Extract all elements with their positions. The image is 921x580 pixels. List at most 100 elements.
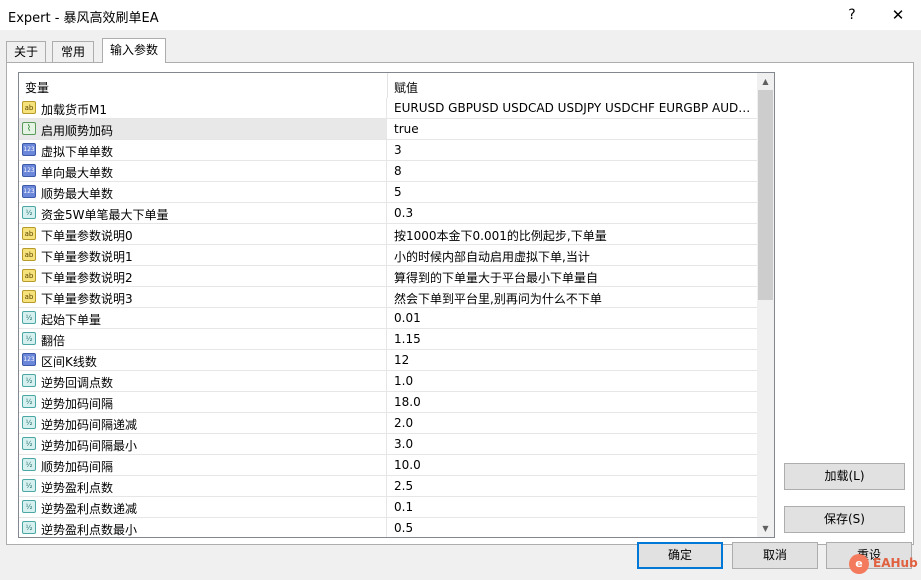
value-cell[interactable]: 2.5 [388, 476, 757, 496]
double-type-icon: ½ [22, 311, 36, 324]
value-cell[interactable]: EURUSD GBPUSD USDCAD USDJPY USDCHF EURGB… [388, 98, 757, 118]
string-type-icon: ab [22, 290, 36, 303]
value-cell[interactable]: 0.3 [388, 203, 757, 223]
table-row[interactable]: ½ 逆势加码间隔最小 3.0 [19, 434, 757, 455]
table-row[interactable]: 123 区间K线数 12 [19, 350, 757, 371]
value-cell[interactable]: 5 [388, 182, 757, 202]
value-cell[interactable]: 3 [388, 140, 757, 160]
variable-value[interactable]: 10.0 [394, 458, 754, 472]
value-cell[interactable]: 10.0 [388, 455, 757, 475]
variable-name: 起始下单量 [41, 313, 102, 327]
variable-name: 单向最大单数 [41, 166, 114, 180]
variable-value[interactable]: 0.3 [394, 206, 754, 220]
tab-common[interactable]: 常用 [52, 41, 94, 62]
variable-cell: ½ 逆势加码间隔递减 [19, 413, 387, 433]
value-cell[interactable]: 2.0 [388, 413, 757, 433]
double-type-icon: ½ [22, 479, 36, 492]
variable-value[interactable]: 1.15 [394, 332, 754, 346]
value-cell[interactable]: 1.15 [388, 329, 757, 349]
double-type-icon: ½ [22, 437, 36, 450]
double-type-icon: ½ [22, 458, 36, 471]
value-cell[interactable]: 18.0 [388, 392, 757, 412]
double-type-icon: ½ [22, 500, 36, 513]
variable-value[interactable]: 18.0 [394, 395, 754, 409]
tab-about[interactable]: 关于 [6, 41, 46, 62]
variable-value[interactable]: 0.01 [394, 311, 754, 325]
variable-cell: ½ 逆势盈利点数最小 [19, 518, 387, 537]
integer-type-icon: 123 [22, 353, 36, 366]
value-cell[interactable]: 12 [388, 350, 757, 370]
scroll-down-icon[interactable]: ▼ [757, 520, 774, 537]
variable-value[interactable]: 5 [394, 185, 754, 199]
table-row[interactable]: ab 下单量参数说明3 然会下单到平台里,别再问为什么不下单 [19, 287, 757, 308]
variable-value[interactable]: 按1000本金下0.001的比例起步,下单量 [394, 227, 754, 244]
vertical-scrollbar[interactable]: ▲ ▼ [757, 73, 774, 537]
scroll-up-icon[interactable]: ▲ [757, 73, 774, 90]
table-row[interactable]: 123 虚拟下单单数 3 [19, 140, 757, 161]
variable-cell: 123 顺势最大单数 [19, 182, 387, 202]
help-button[interactable]: ? [841, 4, 863, 26]
table-row[interactable]: ½ 逆势盈利点数 2.5 [19, 476, 757, 497]
variable-value[interactable]: 12 [394, 353, 754, 367]
header-value[interactable]: 赋值 [394, 79, 418, 96]
value-cell[interactable]: 按1000本金下0.001的比例起步,下单量 [388, 224, 757, 244]
variable-value[interactable]: 0.1 [394, 500, 754, 514]
value-cell[interactable]: 算得到的下单量大于平台最小下单量自 [388, 266, 757, 286]
table-row[interactable]: ½ 翻倍 1.15 [19, 329, 757, 350]
variable-value[interactable]: 然会下单到平台里,别再问为什么不下单 [394, 290, 754, 307]
table-row[interactable]: ½ 逆势盈利点数递减 0.1 [19, 497, 757, 518]
tab-inputs[interactable]: 输入参数 [102, 38, 166, 63]
variable-name: 逆势加码间隔最小 [41, 439, 138, 453]
table-row[interactable]: ab 下单量参数说明1 小的时候内部自动启用虚拟下单,当计 [19, 245, 757, 266]
ok-button[interactable]: 确定 [637, 542, 723, 569]
variable-value[interactable]: 0.5 [394, 521, 754, 535]
variable-value[interactable]: EURUSD GBPUSD USDCAD USDJPY USDCHF EURGB… [394, 101, 754, 115]
value-cell[interactable]: 然会下单到平台里,别再问为什么不下单 [388, 287, 757, 307]
variable-value[interactable]: 3.0 [394, 437, 754, 451]
variable-value[interactable]: true [394, 122, 754, 136]
close-button[interactable]: ✕ [885, 4, 911, 26]
variable-value[interactable]: 1.0 [394, 374, 754, 388]
variable-value[interactable]: 小的时候内部自动启用虚拟下单,当计 [394, 248, 754, 265]
table-row[interactable]: ½ 资金5W单笔最大下单量 0.3 [19, 203, 757, 224]
load-button[interactable]: 加载(L) [784, 463, 905, 490]
table-row[interactable]: ab 下单量参数说明0 按1000本金下0.001的比例起步,下单量 [19, 224, 757, 245]
table-row[interactable]: ab 加载货币M1 EURUSD GBPUSD USDCAD USDJPY USDC… [19, 98, 757, 119]
variable-cell: ab 下单量参数说明2 [19, 266, 387, 286]
header-variable[interactable]: 变量 [25, 79, 49, 96]
table-row[interactable]: 123 顺势最大单数 5 [19, 182, 757, 203]
value-cell[interactable]: 小的时候内部自动启用虚拟下单,当计 [388, 245, 757, 265]
value-cell[interactable]: 0.1 [388, 497, 757, 517]
table-row[interactable]: ½ 逆势盈利点数最小 0.5 [19, 518, 757, 537]
scroll-thumb[interactable] [758, 90, 773, 300]
table-row[interactable]: ½ 顺势加码间隔 10.0 [19, 455, 757, 476]
variable-value[interactable]: 2.0 [394, 416, 754, 430]
table-row[interactable]: ½ 起始下单量 0.01 [19, 308, 757, 329]
variable-name: 下单量参数说明1 [41, 250, 133, 264]
table-row[interactable]: ½ 逆势加码间隔 18.0 [19, 392, 757, 413]
value-cell[interactable]: 3.0 [388, 434, 757, 454]
variable-cell: ab 加载货币M1 [19, 98, 387, 118]
table-row[interactable]: ab 下单量参数说明2 算得到的下单量大于平台最小下单量自 [19, 266, 757, 287]
table-row[interactable]: 123 单向最大单数 8 [19, 161, 757, 182]
table-row[interactable]: ⌇ 启用顺势加码 true [19, 119, 757, 140]
eahub-logo-text: EAHub [873, 556, 918, 570]
cancel-button[interactable]: 取消 [732, 542, 818, 569]
variable-name: 逆势盈利点数递减 [41, 502, 138, 516]
variable-value[interactable]: 算得到的下单量大于平台最小下单量自 [394, 269, 754, 286]
variable-value[interactable]: 2.5 [394, 479, 754, 493]
value-cell[interactable]: 1.0 [388, 371, 757, 391]
value-cell[interactable]: 0.5 [388, 518, 757, 537]
variable-name: 逆势加码间隔 [41, 397, 114, 411]
value-cell[interactable]: true [388, 119, 757, 139]
inputs-table: 变量 赋值 ab 加载货币M1 EURUSD GBPUSD USDCAD USDJP… [18, 72, 775, 538]
table-row[interactable]: ½ 逆势加码间隔递减 2.0 [19, 413, 757, 434]
save-button[interactable]: 保存(S) [784, 506, 905, 533]
value-cell[interactable]: 0.01 [388, 308, 757, 328]
table-body: ab 加载货币M1 EURUSD GBPUSD USDCAD USDJPY USDC… [19, 98, 757, 537]
table-row[interactable]: ½ 逆势回调点数 1.0 [19, 371, 757, 392]
variable-value[interactable]: 3 [394, 143, 754, 157]
value-cell[interactable]: 8 [388, 161, 757, 181]
variable-name: 启用顺势加码 [41, 124, 114, 138]
variable-value[interactable]: 8 [394, 164, 754, 178]
